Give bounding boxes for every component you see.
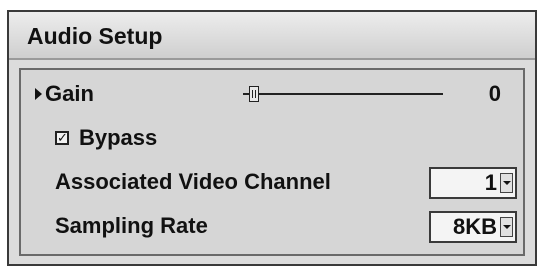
gain-slider[interactable] xyxy=(243,86,443,102)
caret-right-icon xyxy=(35,88,42,100)
checkmark-icon: ✓ xyxy=(57,130,68,145)
chevron-down-icon[interactable] xyxy=(500,217,513,237)
associated-video-channel-row: Associated Video Channel 1 xyxy=(21,162,523,202)
associated-video-channel-label: Associated Video Channel xyxy=(55,169,331,194)
bypass-checkbox[interactable]: ✓ xyxy=(55,131,69,145)
gain-label: Gain xyxy=(45,81,94,106)
chevron-down-icon[interactable] xyxy=(500,173,513,193)
sampling-rate-select[interactable]: 8KB xyxy=(429,211,517,243)
sampling-rate-row: Sampling Rate 8KB xyxy=(21,206,523,246)
title-bar: Audio Setup xyxy=(9,12,535,60)
associated-video-channel-select[interactable]: 1 xyxy=(429,167,517,199)
bypass-label: Bypass xyxy=(79,125,158,150)
gain-row[interactable]: Gain 0 xyxy=(21,74,523,114)
settings-panel: Gain 0 ✓ Bypass Associated Video Channel… xyxy=(19,68,525,256)
bypass-row[interactable]: ✓ Bypass xyxy=(21,118,523,158)
slider-track xyxy=(243,93,443,95)
audio-setup-window: Audio Setup Gain 0 ✓ Bypass Associated V… xyxy=(7,10,537,266)
slider-thumb[interactable] xyxy=(249,86,259,102)
associated-video-channel-value: 1 xyxy=(484,170,497,195)
window-title: Audio Setup xyxy=(27,23,163,49)
gain-value: 0 xyxy=(488,81,501,106)
sampling-rate-value: 8KB xyxy=(452,214,497,239)
sampling-rate-label: Sampling Rate xyxy=(55,213,208,238)
